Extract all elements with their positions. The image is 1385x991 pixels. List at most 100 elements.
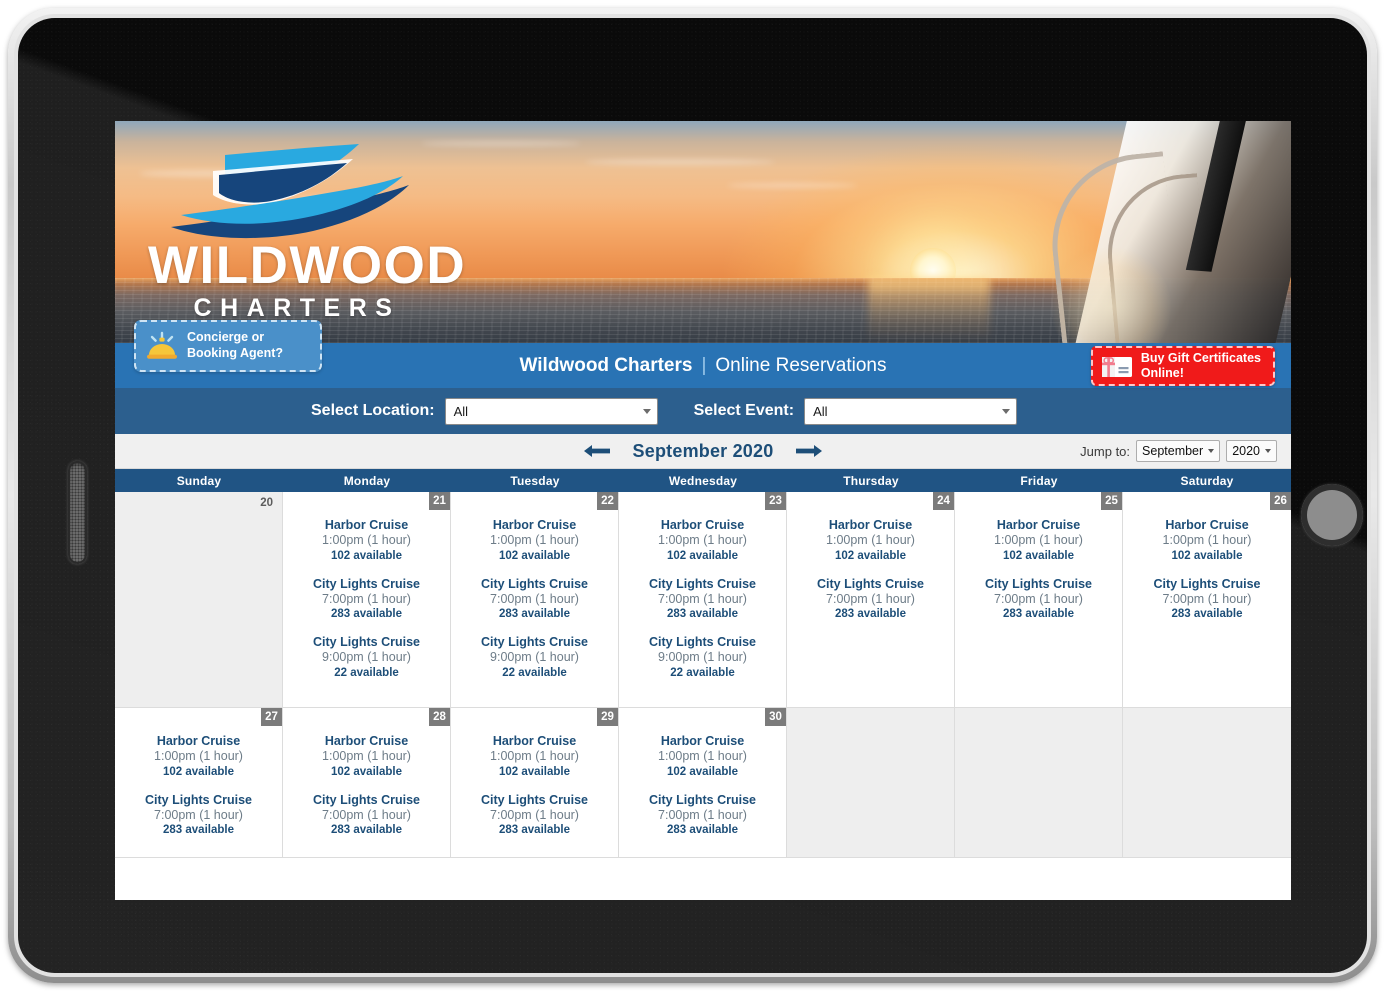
day-number-badge: 30 [765,708,786,726]
event-availability: 283 available [331,824,402,837]
buy-gift-certificates-button[interactable]: Buy Gift Certificates Online! [1090,346,1275,386]
event-time: 1:00pm (1 hour) [322,533,411,548]
calendar-event[interactable]: City Lights Cruise 7:00pm (1 hour) 283 ava… [619,577,786,622]
event-name: Harbor Cruise [324,518,409,532]
calendar-event[interactable]: City Lights Cruise 7:00pm (1 hour) 283 ava… [451,793,618,838]
calendar-event[interactable]: City Lights Cruise 7:00pm (1 hour) 283 ava… [283,577,450,622]
calendar-event[interactable]: Harbor Cruise 1:00pm (1 hour) 102 availabl… [451,518,618,563]
event-name: Harbor Cruise [660,734,745,748]
location-select[interactable]: All [444,397,658,425]
speaker-grille-icon [68,461,87,564]
event-availability: 283 available [667,608,738,621]
calendar-event[interactable]: City Lights Cruise 7:00pm (1 hour) 283 ava… [1123,577,1291,622]
event-time: 1:00pm (1 hour) [658,533,747,548]
gift-card-icon [1101,357,1132,377]
event-availability: 22 available [502,666,567,679]
event-availability: 283 available [499,824,570,837]
event-availability: 102 available [499,549,570,562]
calendar-day-cell-22[interactable]: 22 Harbor Cruise 1:00pm (1 hour) 102 availa… [451,492,619,708]
event-availability: 22 available [334,666,399,679]
day-number-badge: 28 [429,708,450,726]
calendar-day-cell-24[interactable]: 24 Harbor Cruise 1:00pm (1 hour) 102 availa… [787,492,955,708]
event-name: Harbor Cruise [324,734,409,748]
event-time: 1:00pm (1 hour) [490,749,579,764]
concierge-booking-agent-button[interactable]: Concierge or Booking Agent? [134,320,322,372]
calendar-event[interactable]: Harbor Cruise 1:00pm (1 hour) 102 availabl… [619,518,786,563]
weekday-header-thursday: Thursday [843,473,899,488]
calendar-event[interactable]: Harbor Cruise 1:00pm (1 hour) 102 availabl… [619,734,786,779]
title-divider: | [701,354,707,376]
calendar-day-cell-27[interactable]: 27 Harbor Cruise 1:00pm (1 hour) 102 availa… [115,708,283,858]
calendar-event[interactable]: Harbor Cruise 1:00pm (1 hour) 102 availabl… [283,734,450,779]
concierge-line2: Booking Agent? [187,346,284,360]
day-number-badge: 20 [260,496,273,509]
event-availability: 283 available [1003,608,1074,621]
calendar-day-cell-26[interactable]: 26 Harbor Cruise 1:00pm (1 hour) 102 availa… [1123,492,1291,708]
calendar-event[interactable]: City Lights Cruise 7:00pm (1 hour) 283 ava… [115,793,282,838]
event-availability: 102 available [667,765,738,778]
event-time: 7:00pm (1 hour) [994,591,1083,606]
arrow-left-icon[interactable] [583,443,611,459]
event-name: City Lights Cruise [313,635,420,650]
calendar-event[interactable]: Harbor Cruise 1:00pm (1 hour) 102 availabl… [115,734,282,779]
select-location-label: Select Location: [311,402,435,419]
calendar-day-cell-23[interactable]: 23 Harbor Cruise 1:00pm (1 hour) 102 availa… [619,492,787,708]
event-time: 1:00pm (1 hour) [1162,533,1252,548]
jump-year-value: 2020 [1232,444,1260,458]
arrow-right-icon[interactable] [795,443,823,459]
calendar-event[interactable]: Harbor Cruise 1:00pm (1 hour) 102 availabl… [451,734,618,779]
hero-banner: WILDWOOD CHARTERS [115,121,1291,343]
gift-label: Buy Gift Certificates Online! [1141,351,1261,382]
calendar-week-row: 20 21 Harbor Cruise 1:00pm (1 hour) 102 avai… [115,492,1291,708]
event-time: 7:00pm (1 hour) [490,807,579,822]
jump-month-select[interactable]: September [1136,440,1221,462]
calendar-event[interactable]: City Lights Cruise 9:00pm (1 hour) 22 avai… [283,635,450,680]
calendar-day-cell-28[interactable]: 28 Harbor Cruise 1:00pm (1 hour) 102 availa… [283,708,451,858]
event-availability: 102 available [163,765,234,778]
calendar-day-cell-21[interactable]: 21 Harbor Cruise 1:00pm (1 hour) 102 availa… [283,492,451,708]
weekday-header-saturday: Saturday [1180,473,1234,488]
event-name: Harbor Cruise [1165,518,1249,532]
event-time: 1:00pm (1 hour) [826,533,915,548]
gift-line2: Online! [1140,366,1184,380]
day-number-badge: 25 [1101,492,1122,510]
event-time: 7:00pm (1 hour) [1162,591,1252,606]
location-select-value: All [453,403,469,419]
event-name: City Lights Cruise [649,635,756,650]
calendar-event[interactable]: City Lights Cruise 7:00pm (1 hour) 283 ava… [619,793,786,838]
calendar-event[interactable]: City Lights Cruise 7:00pm (1 hour) 283 ava… [787,577,954,622]
event-name: City Lights Cruise [985,576,1092,591]
calendar-day-cell-25[interactable]: 25 Harbor Cruise 1:00pm (1 hour) 102 availa… [955,492,1123,708]
calendar-event[interactable]: Harbor Cruise 1:00pm (1 hour) 102 availabl… [283,518,450,563]
calendar-event[interactable]: City Lights Cruise 7:00pm (1 hour) 283 ava… [283,793,450,838]
sun-reflection [867,277,990,343]
event-time: 9:00pm (1 hour) [658,650,747,665]
weekday-header-friday: Friday [1020,473,1058,488]
event-availability: 22 available [670,666,735,679]
event-availability: 102 available [835,549,906,562]
home-button[interactable] [1301,484,1363,546]
event-name: City Lights Cruise [817,576,924,591]
boat-silhouette [1031,121,1291,343]
calendar-event[interactable]: City Lights Cruise 7:00pm (1 hour) 283 ava… [451,577,618,622]
calendar-week-row: 27 Harbor Cruise 1:00pm (1 hour) 102 availa… [115,708,1291,858]
calendar-day-cell-empty [787,708,955,858]
calendar-event[interactable]: City Lights Cruise 9:00pm (1 hour) 22 avai… [619,635,786,680]
calendar-day-cell-30[interactable]: 30 Harbor Cruise 1:00pm (1 hour) 102 availa… [619,708,787,858]
day-number-badge: 23 [765,492,786,510]
calendar-event[interactable]: Harbor Cruise 1:00pm (1 hour) 102 availabl… [955,518,1122,563]
chevron-down-icon [1265,449,1271,453]
calendar-event[interactable]: City Lights Cruise 9:00pm (1 hour) 22 avai… [451,635,618,680]
calendar-day-cell-empty [955,708,1123,858]
tablet-screen: WILDWOOD CHARTERS Wildwood Charters | Onli… [115,121,1291,900]
wildwood-charters-logo[interactable]: WILDWOOD CHARTERS [148,141,465,323]
calendar-event[interactable]: Harbor Cruise 1:00pm (1 hour) 102 availabl… [1123,518,1291,563]
calendar-event[interactable]: Harbor Cruise 1:00pm (1 hour) 102 availabl… [787,518,954,563]
calendar-event[interactable]: City Lights Cruise 7:00pm (1 hour) 283 ava… [955,577,1122,622]
jump-year-select[interactable]: 2020 [1226,440,1277,462]
event-availability: 283 available [331,608,402,621]
event-name: Harbor Cruise [828,518,913,532]
calendar-day-cell-29[interactable]: 29 Harbor Cruise 1:00pm (1 hour) 102 availa… [451,708,619,858]
event-select[interactable]: All [804,397,1018,425]
event-name: City Lights Cruise [481,635,588,650]
